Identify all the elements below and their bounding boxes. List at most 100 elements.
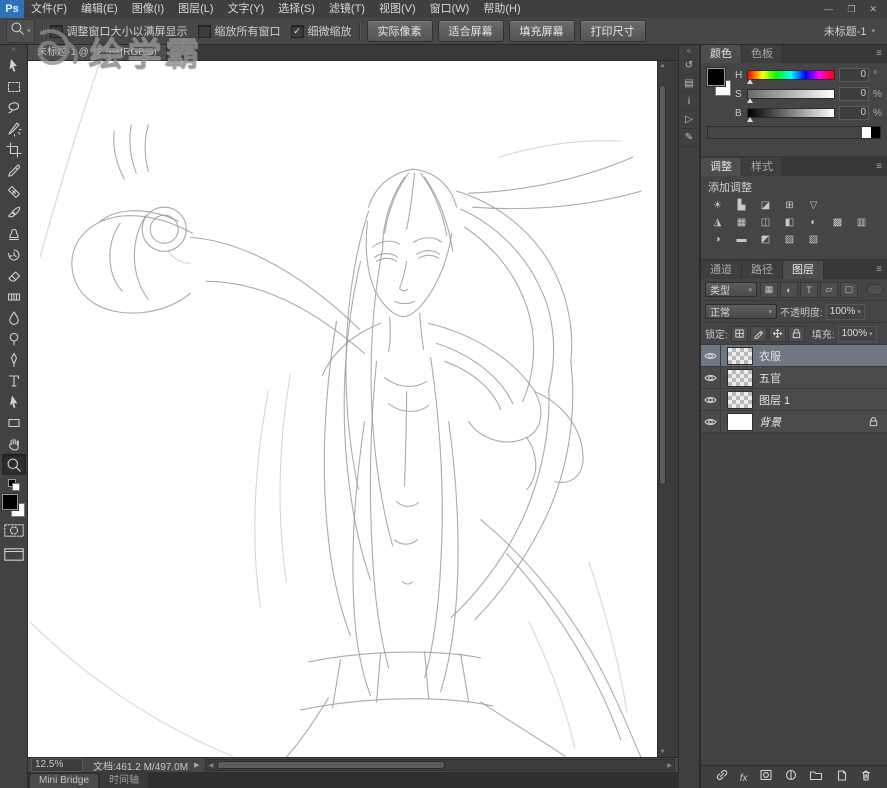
layer-filter-icon-0[interactable]: ▦ bbox=[760, 281, 778, 298]
foreground-color-swatch[interactable] bbox=[1, 494, 18, 510]
menu-item-5[interactable]: 选择(S) bbox=[271, 0, 322, 18]
layers-tab-1[interactable]: 路径 bbox=[742, 261, 783, 279]
add-mask-button[interactable] bbox=[759, 768, 773, 787]
color-tab-1[interactable]: 色板 bbox=[742, 45, 783, 63]
h-slider[interactable] bbox=[747, 70, 835, 84]
adjustment-icon-1-1[interactable]: ▦ bbox=[730, 214, 753, 231]
layer-filter-icon-3[interactable]: ▱ bbox=[820, 281, 838, 298]
color-spectrum-bar[interactable] bbox=[707, 126, 881, 139]
fill-field[interactable]: 100% ▾ bbox=[837, 325, 877, 342]
adjustment-icon-2-2[interactable]: ◩ bbox=[754, 231, 777, 248]
bottom-tab-1[interactable]: 时间轴 bbox=[100, 770, 149, 788]
expand-panels-button[interactable]: « bbox=[687, 45, 691, 57]
pen-tool[interactable] bbox=[2, 349, 26, 370]
quick-mask-button[interactable] bbox=[3, 524, 24, 542]
brush-presets-panel-icon[interactable]: ✎ bbox=[680, 129, 698, 147]
brush-tool[interactable] bbox=[2, 202, 26, 223]
layer-filter-icon-1[interactable]: ◐ bbox=[780, 281, 798, 298]
adjustment-icon-1-4[interactable]: ◐ bbox=[802, 214, 825, 231]
adjustment-icon-0-1[interactable]: ▙ bbox=[730, 197, 753, 214]
option-button-2[interactable]: 填充屏幕 bbox=[508, 20, 575, 42]
layer-row-3[interactable]: 背景 bbox=[701, 411, 887, 433]
slider-thumb[interactable] bbox=[747, 117, 753, 122]
blur-tool[interactable] bbox=[2, 307, 26, 328]
document-tab[interactable]: 未标题-1 @ 12.5%(RGB/8) bbox=[28, 45, 167, 60]
navigator-panel-icon[interactable]: ▤ bbox=[680, 75, 698, 93]
layer-visibility-toggle[interactable] bbox=[701, 345, 721, 366]
option-button-0[interactable]: 实际像素 bbox=[366, 20, 433, 42]
clone-stamp-tool[interactable] bbox=[2, 223, 26, 244]
slider-value-field[interactable]: 0 bbox=[839, 106, 869, 120]
adjustments-tab-0[interactable]: 调整 bbox=[701, 158, 742, 176]
spectrum-white-swatch[interactable] bbox=[862, 127, 871, 138]
checkbox-0[interactable]: 调整窗口大小以满屏显示 bbox=[49, 23, 188, 39]
delete-layer-button[interactable] bbox=[859, 768, 873, 787]
panel-menu-icon[interactable]: ≡ bbox=[871, 158, 887, 176]
close-button[interactable]: ✕ bbox=[869, 4, 877, 14]
slider-thumb[interactable] bbox=[747, 79, 753, 84]
marquee-tool[interactable] bbox=[2, 76, 26, 97]
adjustment-icon-2-0[interactable]: ◑ bbox=[706, 231, 729, 248]
lock-all-button[interactable] bbox=[787, 325, 805, 342]
menu-item-2[interactable]: 图像(I) bbox=[125, 0, 171, 18]
adjustment-icon-0-4[interactable]: ▽ bbox=[802, 197, 825, 214]
option-button-1[interactable]: 适合屏幕 bbox=[437, 20, 504, 42]
adjustment-icon-1-2[interactable]: ◫ bbox=[754, 214, 777, 231]
hand-tool[interactable] bbox=[2, 433, 26, 454]
dodge-tool[interactable] bbox=[2, 328, 26, 349]
history-panel-icon[interactable]: ↺ bbox=[680, 57, 698, 75]
panel-menu-icon[interactable]: ≡ bbox=[871, 261, 887, 279]
vertical-scrollbar[interactable]: ▲ ▼ bbox=[657, 61, 667, 757]
adjustment-icon-1-6[interactable]: ▥ bbox=[850, 214, 873, 231]
lock-position-button[interactable] bbox=[768, 325, 786, 342]
adjustment-icon-1-5[interactable]: ▩ bbox=[826, 214, 849, 231]
type-tool[interactable] bbox=[2, 370, 26, 391]
checkbox-2[interactable]: ✓ 细微缩放 bbox=[290, 23, 352, 39]
layer-row-0[interactable]: 衣服 bbox=[701, 345, 887, 367]
filter-kind-dropdown[interactable]: 类型 ▾ bbox=[705, 282, 757, 297]
eyedropper-tool[interactable] bbox=[2, 160, 26, 181]
bottom-tab-0[interactable]: Mini Bridge bbox=[30, 774, 99, 788]
scroll-right-arrow[interactable]: ▶ bbox=[665, 762, 674, 769]
vertical-scrollbar-thumb[interactable] bbox=[659, 85, 666, 485]
panel-menu-icon[interactable]: ≡ bbox=[871, 45, 887, 63]
new-layer-button[interactable] bbox=[834, 768, 848, 787]
lock-transparency-button[interactable] bbox=[730, 325, 748, 342]
lasso-tool[interactable] bbox=[2, 97, 26, 118]
spectrum-ramp[interactable] bbox=[708, 127, 862, 138]
b-slider[interactable] bbox=[747, 108, 835, 122]
lock-pixels-button[interactable] bbox=[749, 325, 767, 342]
toolbar-collapse-button[interactable]: » bbox=[12, 45, 16, 55]
layer-filter-icon-4[interactable]: ▢ bbox=[840, 281, 858, 298]
checkbox-1[interactable]: 缩放所有窗口 bbox=[197, 23, 281, 39]
adjustment-icon-0-0[interactable]: ☀ bbox=[706, 197, 729, 214]
zoom-tool[interactable] bbox=[1, 454, 26, 475]
adjustments-tab-1[interactable]: 样式 bbox=[742, 158, 783, 176]
adjustment-icon-0-3[interactable]: ⊞ bbox=[778, 197, 801, 214]
layer-visibility-toggle[interactable] bbox=[701, 411, 721, 432]
adjustment-icon-2-3[interactable]: ▨ bbox=[778, 231, 801, 248]
filter-toggle-switch[interactable] bbox=[867, 284, 883, 295]
adjustment-icon-1-3[interactable]: ◧ bbox=[778, 214, 801, 231]
blend-mode-dropdown[interactable]: 正常 ▾ bbox=[705, 304, 777, 319]
menu-item-0[interactable]: 文件(F) bbox=[24, 0, 74, 18]
option-button-3[interactable]: 打印尺寸 bbox=[579, 20, 646, 42]
scroll-down-arrow[interactable]: ▼ bbox=[658, 747, 667, 757]
tool-preset-picker[interactable]: ▾ bbox=[6, 19, 35, 43]
s-slider[interactable] bbox=[747, 89, 835, 103]
menu-item-3[interactable]: 图层(L) bbox=[171, 0, 220, 18]
adjustment-icon-2-4[interactable]: ▧ bbox=[802, 231, 825, 248]
adjustment-layer-button[interactable] bbox=[784, 768, 798, 787]
checkbox-box[interactable]: ✓ bbox=[290, 24, 304, 38]
checkbox-box[interactable] bbox=[49, 24, 63, 38]
horizontal-scrollbar[interactable]: ◀ ▶ bbox=[205, 759, 675, 771]
restore-button[interactable]: ❐ bbox=[847, 4, 855, 14]
healing-brush-tool[interactable] bbox=[2, 181, 26, 202]
layer-row-2[interactable]: 图层 1 bbox=[701, 389, 887, 411]
spectrum-black-swatch[interactable] bbox=[871, 127, 880, 138]
gradient-tool[interactable] bbox=[2, 286, 26, 307]
menu-item-6[interactable]: 滤镜(T) bbox=[322, 0, 372, 18]
canvas[interactable] bbox=[28, 61, 657, 757]
layers-tab-2[interactable]: 图层 bbox=[783, 261, 824, 279]
adjustment-icon-0-2[interactable]: ◪ bbox=[754, 197, 777, 214]
